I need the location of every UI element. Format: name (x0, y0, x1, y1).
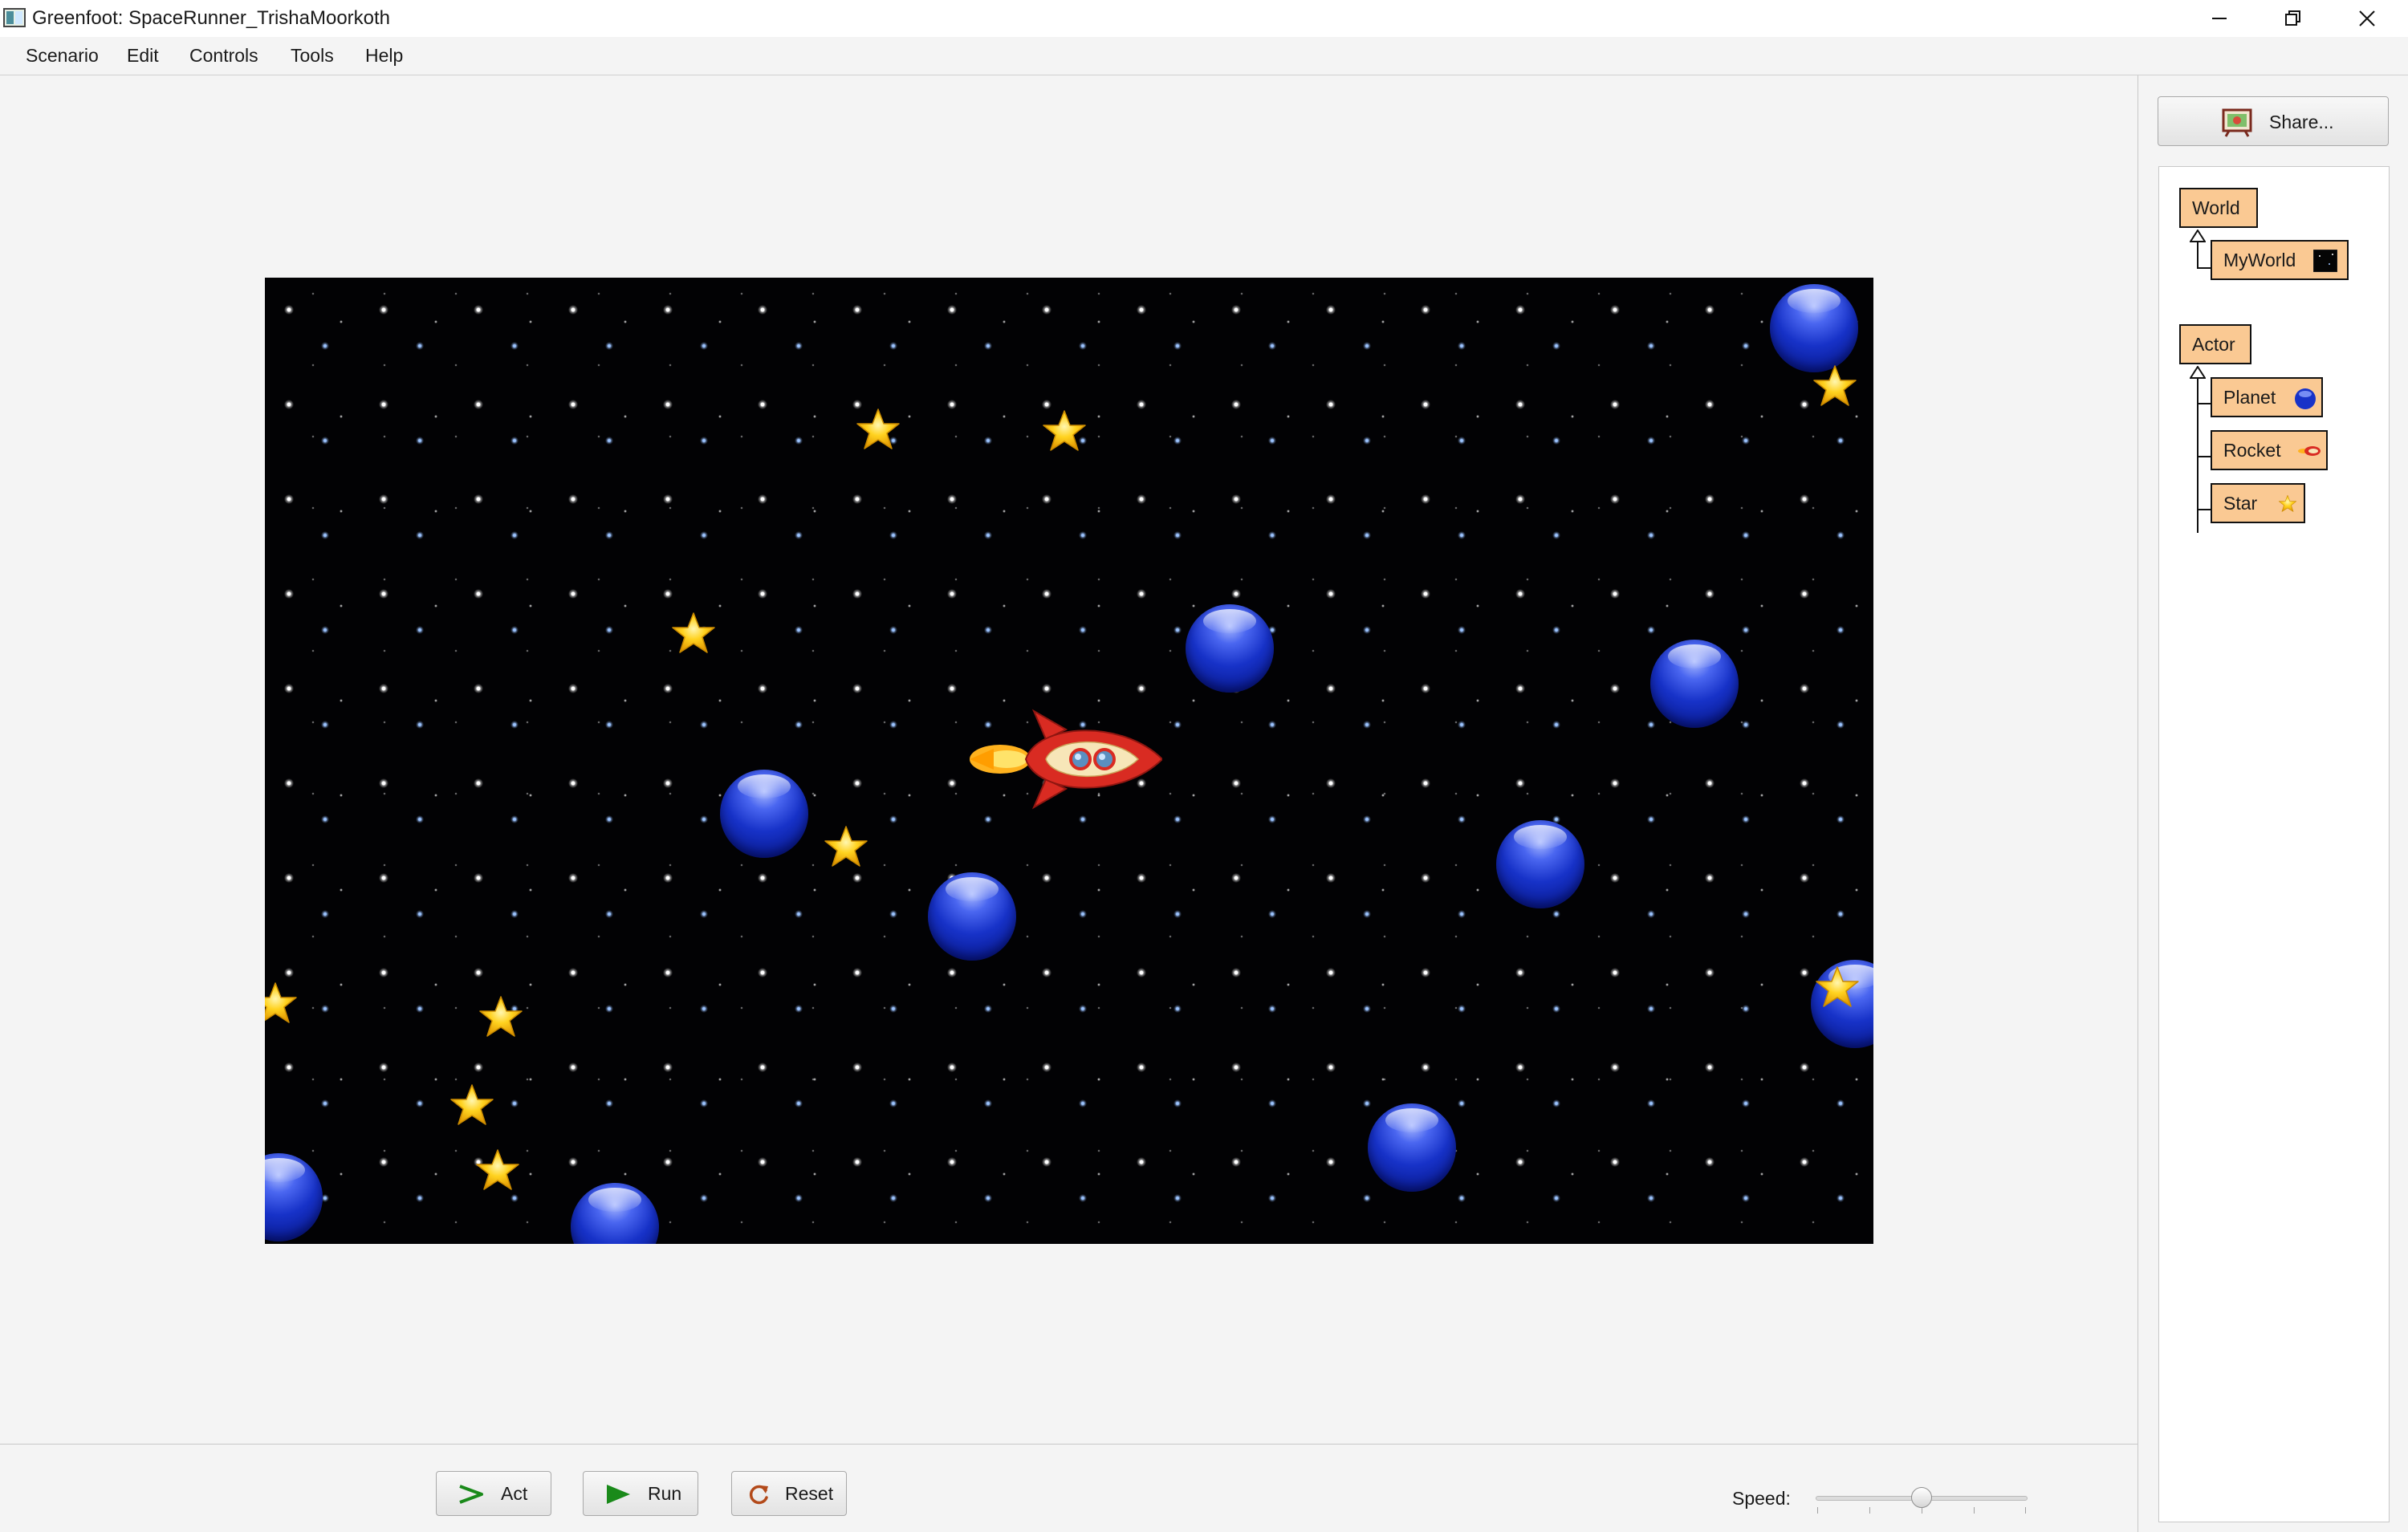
planet-actor[interactable] (1368, 1103, 1456, 1192)
slider-tick (1974, 1507, 1975, 1514)
slider-tick (2025, 1507, 2026, 1514)
share-button[interactable]: Share... (2158, 96, 2389, 146)
run-button[interactable]: Run (583, 1471, 698, 1516)
star-actor[interactable] (478, 994, 524, 1041)
act-label: Act (501, 1483, 528, 1504)
restore-button[interactable] (2257, 0, 2329, 37)
star-actor[interactable] (855, 407, 901, 453)
share-label: Share... (2269, 112, 2334, 132)
title-bar: Greenfoot: SpaceRunner_TrishaMoorkoth (0, 0, 2408, 37)
class-world-label: World (2192, 197, 2240, 218)
menu-tools[interactable]: Tools (291, 43, 334, 67)
class-planet[interactable]: Planet (2211, 377, 2323, 417)
reset-button[interactable]: Reset (731, 1471, 847, 1516)
reset-label: Reset (785, 1483, 834, 1504)
inheritance-arrow-icon (2190, 366, 2206, 379)
star-actor[interactable] (1041, 408, 1088, 455)
play-icon (607, 1485, 630, 1504)
planet-actor[interactable] (1650, 640, 1739, 728)
restore-icon (2285, 10, 2300, 26)
star-actor[interactable] (670, 611, 717, 657)
speed-thumb[interactable] (1911, 1487, 1932, 1508)
class-actor-label: Actor (2192, 334, 2235, 355)
rocket-actor[interactable] (970, 707, 1162, 811)
menu-controls[interactable]: Controls (189, 43, 258, 67)
star-actor[interactable] (474, 1148, 521, 1194)
planet-actor[interactable] (571, 1183, 659, 1244)
class-planet-label: Planet (2223, 387, 2276, 408)
star-thumbnail-icon (2278, 494, 2297, 514)
menu-help[interactable]: Help (365, 43, 403, 67)
planet-actor[interactable] (1770, 284, 1858, 372)
star-actor[interactable] (823, 824, 869, 871)
class-rocket-label: Rocket (2223, 440, 2281, 461)
class-diagram: World MyWorld Actor Planet Rocket Star (2158, 166, 2390, 1522)
world-view[interactable] (265, 278, 1873, 1244)
speed-label: Speed: (1732, 1488, 1791, 1509)
planet-actor[interactable] (720, 770, 808, 858)
star-actor[interactable] (1812, 364, 1858, 410)
greenfoot-app-icon (3, 8, 26, 27)
controls-divider (0, 1444, 2138, 1445)
reset-icon (749, 1485, 768, 1505)
star-actor[interactable] (265, 981, 299, 1027)
rocket-thumbnail-icon (2298, 446, 2321, 456)
class-myworld-label: MyWorld (2223, 250, 2296, 270)
inheritance-arrow-icon (2190, 230, 2206, 242)
class-world[interactable]: World (2179, 188, 2258, 228)
close-icon (2359, 10, 2375, 26)
act-icon (459, 1485, 483, 1504)
menu-edit[interactable]: Edit (127, 43, 159, 67)
slider-tick (1817, 1507, 1818, 1514)
planet-actor[interactable] (265, 1153, 323, 1241)
world-thumbnail-icon (2313, 250, 2337, 272)
class-myworld[interactable]: MyWorld (2211, 240, 2349, 280)
class-star-label: Star (2223, 493, 2258, 514)
planet-actor[interactable] (1496, 820, 1584, 908)
star-actor[interactable] (1814, 965, 1861, 1011)
menu-bar: Scenario Edit Controls Tools Help (0, 37, 2408, 75)
close-button[interactable] (2331, 0, 2403, 37)
menu-scenario[interactable]: Scenario (26, 43, 99, 67)
planet-actor[interactable] (1186, 604, 1274, 693)
minimize-icon (2212, 18, 2227, 19)
class-actor[interactable]: Actor (2179, 324, 2251, 364)
star-actor[interactable] (449, 1083, 495, 1129)
class-rocket[interactable]: Rocket (2211, 430, 2328, 470)
minimize-button[interactable] (2183, 0, 2255, 37)
share-icon (2222, 108, 2252, 137)
run-label: Run (648, 1483, 682, 1504)
planet-actor[interactable] (928, 872, 1016, 961)
window-title: Greenfoot: SpaceRunner_TrishaMoorkoth (32, 7, 391, 29)
act-button[interactable]: Act (436, 1471, 551, 1516)
class-star[interactable]: Star (2211, 483, 2305, 523)
planet-thumbnail-icon (2295, 388, 2316, 409)
speed-slider[interactable] (1816, 1486, 2028, 1518)
slider-tick (1869, 1507, 1870, 1514)
